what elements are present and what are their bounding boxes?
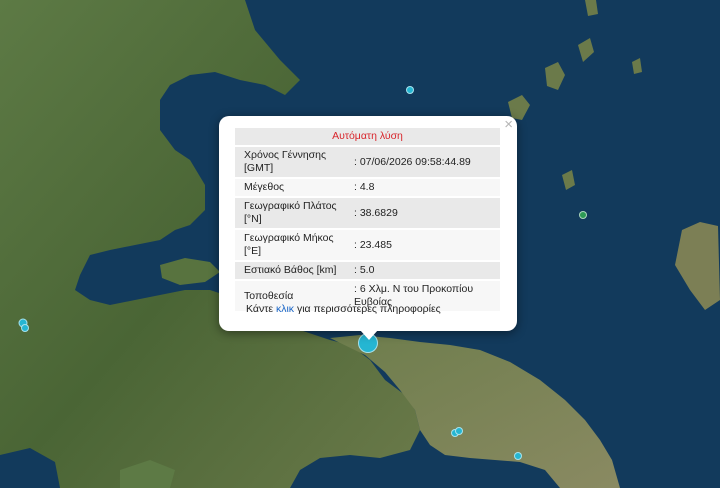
info-value: : 23.485: [350, 230, 500, 260]
more-suffix: για περισσότερες πληροφορίες: [296, 303, 441, 315]
popup-tip: [360, 330, 378, 340]
quake-aegean-east[interactable]: [579, 211, 587, 219]
info-value: : 07/06/2026 09:58:44.89: [350, 147, 500, 177]
more-prefix: Κάντε: [246, 303, 274, 315]
info-label: Γεωγραφικό Πλάτος [°N]: [235, 198, 350, 228]
close-icon[interactable]: ×: [504, 117, 513, 133]
info-row-magnitude: Μέγεθος : 4.8: [235, 179, 500, 196]
popup-title: Αυτόματη λύση: [235, 128, 500, 145]
quake-aegean-north[interactable]: [406, 86, 414, 94]
info-label: Εστιακό Βάθος [km]: [235, 262, 350, 279]
info-label: Μέγεθος: [235, 179, 350, 196]
quake-west-2[interactable]: [21, 324, 29, 332]
info-row-origin-time: Χρόνος Γέννησης [GMT] : 07/06/2026 09:58…: [235, 147, 500, 177]
more-info-text: Κάντε κλικ για περισσότερες πληροφορίες: [246, 303, 441, 315]
info-label: Γεωγραφικό Μήκος [°E]: [235, 230, 350, 260]
info-value: : 5.0: [350, 262, 500, 279]
quake-south-3[interactable]: [514, 452, 522, 460]
info-row-latitude: Γεωγραφικό Πλάτος [°N] : 38.6829: [235, 198, 500, 228]
quake-south-2[interactable]: [455, 427, 463, 435]
info-row-longitude: Γεωγραφικό Μήκος [°E] : 23.485: [235, 230, 500, 260]
info-label: Χρόνος Γέννησης [GMT]: [235, 147, 350, 177]
info-row-depth: Εστιακό Βάθος [km] : 5.0: [235, 262, 500, 279]
earthquake-popup: × Αυτόματη λύση Χρόνος Γέννησης [GMT] : …: [219, 116, 517, 331]
info-value: : 38.6829: [350, 198, 500, 228]
earthquake-info-table: Αυτόματη λύση Χρόνος Γέννησης [GMT] : 07…: [235, 126, 500, 313]
info-value: : 4.8: [350, 179, 500, 196]
map[interactable]: × Αυτόματη λύση Χρόνος Γέννησης [GMT] : …: [0, 0, 720, 488]
more-info-link[interactable]: κλικ: [276, 303, 294, 315]
